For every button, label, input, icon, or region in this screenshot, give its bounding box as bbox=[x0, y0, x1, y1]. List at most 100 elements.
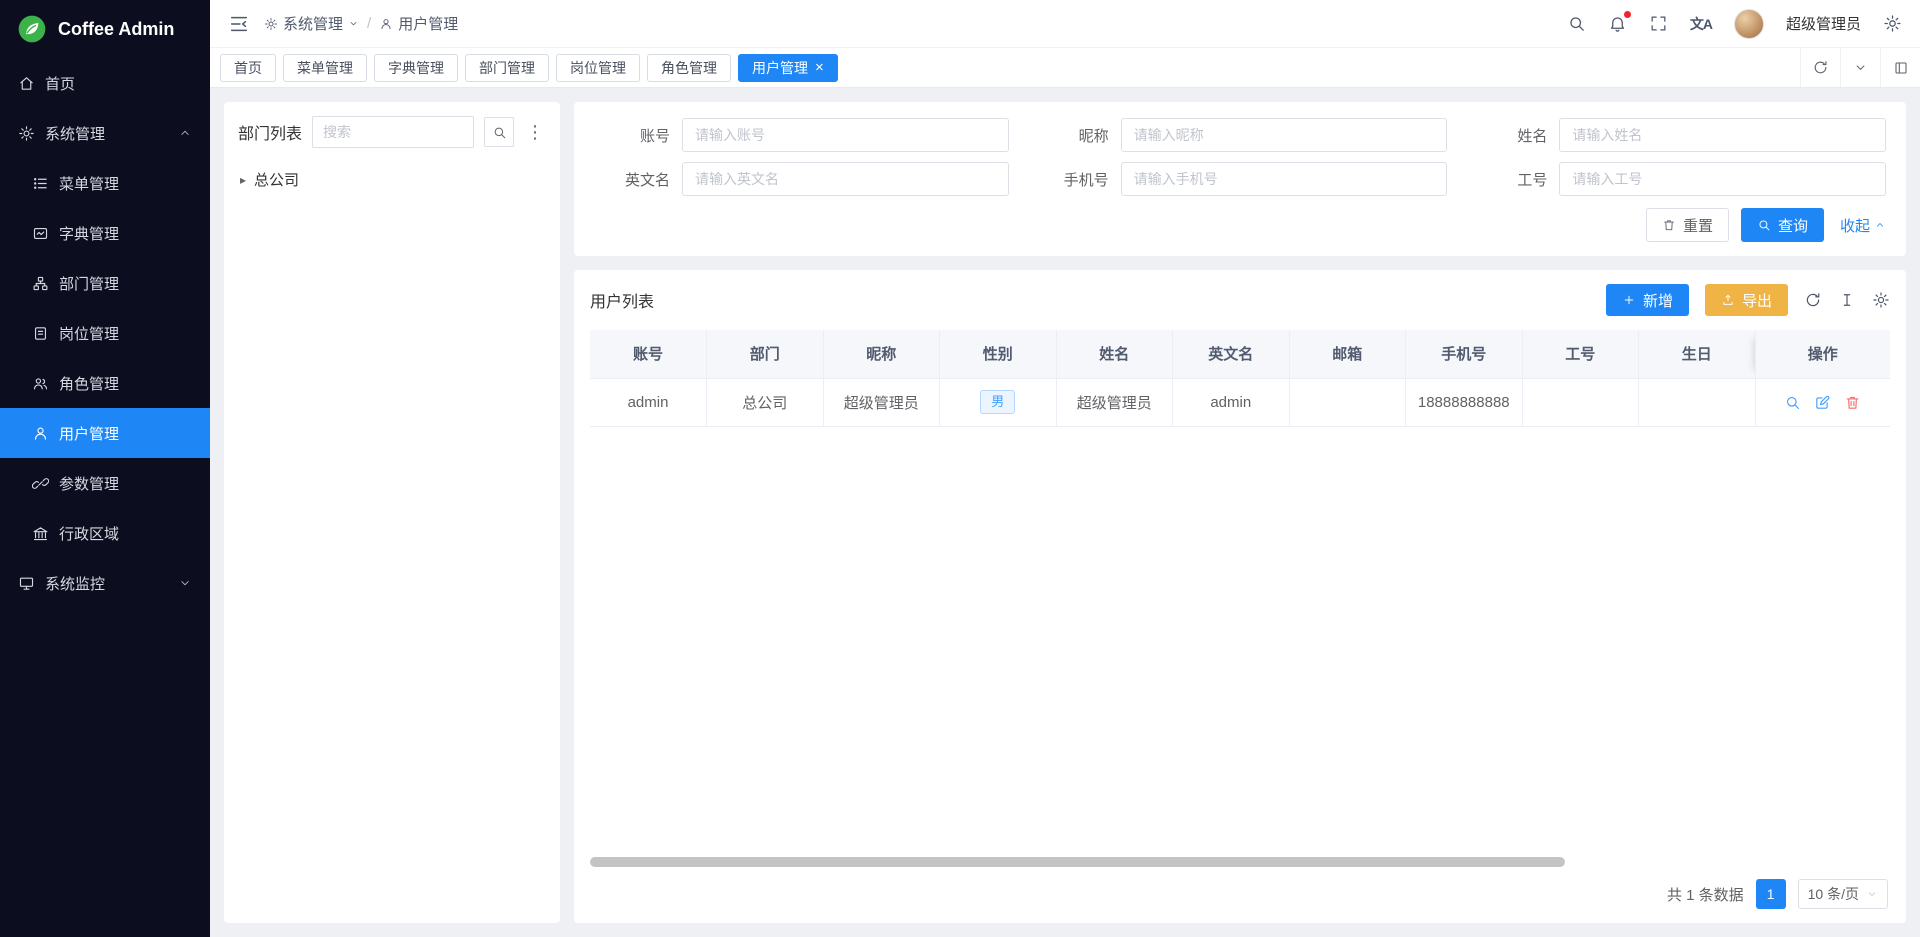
work-no-input[interactable] bbox=[1559, 162, 1886, 196]
sidebar-item-dept-management[interactable]: 部门管理 bbox=[0, 258, 210, 308]
translate-icon[interactable]: 文A bbox=[1690, 14, 1712, 34]
bank-icon bbox=[32, 525, 49, 542]
settings-gear-icon[interactable] bbox=[1883, 14, 1902, 33]
tab-close-icon[interactable]: × bbox=[815, 60, 824, 75]
sidebar-item-role-management[interactable]: 角色管理 bbox=[0, 358, 210, 408]
field-name: 姓名 bbox=[1471, 118, 1886, 152]
sidebar-item-param-management[interactable]: 参数管理 bbox=[0, 458, 210, 508]
sidebar-item-region-management[interactable]: 行政区域 bbox=[0, 508, 210, 558]
breadcrumb-current: 用户管理 bbox=[379, 13, 458, 34]
avatar[interactable] bbox=[1734, 9, 1764, 39]
plus-icon bbox=[1622, 293, 1636, 307]
sidebar-item-menu-management[interactable]: 菜单管理 bbox=[0, 158, 210, 208]
column-settings-gear-icon[interactable] bbox=[1872, 291, 1890, 309]
density-icon[interactable] bbox=[1838, 291, 1856, 309]
tree-expand-icon[interactable]: ▸ bbox=[240, 173, 246, 187]
view-icon[interactable] bbox=[1784, 394, 1801, 411]
filter-card: 账号 昵称 姓名 英文名 bbox=[574, 102, 1906, 256]
content: 部门列表 ⋮ ▸ 总公司 账号 bbox=[210, 88, 1920, 937]
horizontal-scrollbar-thumb[interactable] bbox=[590, 857, 1565, 867]
phone-input[interactable] bbox=[1121, 162, 1448, 196]
tabbar-tools bbox=[1800, 48, 1920, 87]
badge-icon bbox=[32, 325, 49, 342]
chevron-up-icon bbox=[178, 126, 192, 140]
reset-button[interactable]: 重置 bbox=[1646, 208, 1729, 242]
chevron-down-icon bbox=[178, 576, 192, 590]
collapse-toggle[interactable]: 收起 bbox=[1840, 215, 1886, 236]
gear-icon bbox=[18, 125, 35, 142]
filter-actions: 重置 查询 收起 bbox=[594, 208, 1886, 242]
field-phone: 手机号 bbox=[1033, 162, 1448, 196]
department-tree: ▸ 总公司 bbox=[238, 164, 546, 195]
cell-phone: 18888888888 bbox=[1406, 378, 1523, 426]
list-icon bbox=[32, 175, 49, 192]
tab-home[interactable]: 首页 bbox=[220, 54, 276, 82]
department-search-input[interactable] bbox=[312, 116, 474, 148]
fullscreen-icon[interactable] bbox=[1649, 14, 1668, 33]
user-icon bbox=[32, 425, 49, 442]
breadcrumb-separator: / bbox=[367, 15, 371, 32]
field-account: 账号 bbox=[594, 118, 1009, 152]
department-search-button[interactable] bbox=[484, 117, 514, 147]
sidebar-item-system-management[interactable]: 系统管理 bbox=[0, 108, 210, 158]
pagination-total: 共 1 条数据 bbox=[1667, 884, 1744, 905]
cell-work-no bbox=[1522, 378, 1639, 426]
cell-gender: 男 bbox=[940, 378, 1057, 426]
cell-dept: 总公司 bbox=[707, 378, 824, 426]
tab-role-management[interactable]: 角色管理 bbox=[647, 54, 731, 82]
department-panel: 部门列表 ⋮ ▸ 总公司 bbox=[224, 102, 560, 923]
sidebar-item-system-monitor[interactable]: 系统监控 bbox=[0, 558, 210, 608]
sidebar-item-post-management[interactable]: 岗位管理 bbox=[0, 308, 210, 358]
monitor-icon bbox=[18, 575, 35, 592]
nickname-input[interactable] bbox=[1121, 118, 1448, 152]
gear-icon bbox=[264, 17, 278, 31]
refresh-icon[interactable] bbox=[1804, 291, 1822, 309]
tab-user-management[interactable]: 用户管理× bbox=[738, 54, 838, 82]
user-list-card: 用户列表 新增 导出 bbox=[574, 270, 1906, 923]
tab-dict-management[interactable]: 字典管理 bbox=[374, 54, 458, 82]
cell-account: admin bbox=[590, 378, 707, 426]
coffee-logo-icon bbox=[16, 13, 48, 45]
en-name-input[interactable] bbox=[682, 162, 1009, 196]
tab-post-management[interactable]: 岗位管理 bbox=[556, 54, 640, 82]
search-icon bbox=[1757, 218, 1771, 232]
edit-icon[interactable] bbox=[1814, 394, 1831, 411]
app-root: Coffee Admin 首页 系统管理 菜单管理 字典管理 部门 bbox=[0, 0, 1920, 937]
column-header: 手机号 bbox=[1406, 330, 1523, 378]
menu-fold-icon[interactable] bbox=[228, 13, 250, 35]
name-input[interactable] bbox=[1559, 118, 1886, 152]
tab-dept-management[interactable]: 部门管理 bbox=[465, 54, 549, 82]
tree-node-root[interactable]: ▸ 总公司 bbox=[238, 164, 546, 195]
horizontal-scrollbar bbox=[590, 857, 1890, 867]
delete-icon[interactable] bbox=[1844, 394, 1861, 411]
sidebar-item-user-management[interactable]: 用户管理 bbox=[0, 408, 210, 458]
search-icon[interactable] bbox=[1567, 14, 1586, 33]
tree-node-label: 总公司 bbox=[254, 169, 299, 190]
tab-menu-management[interactable]: 菜单管理 bbox=[283, 54, 367, 82]
tabbar: 首页 菜单管理 字典管理 部门管理 岗位管理 角色管理 用户管理× bbox=[210, 48, 1920, 88]
cell-actions bbox=[1755, 378, 1890, 426]
pagination-page-1[interactable]: 1 bbox=[1756, 879, 1786, 909]
user-icon bbox=[379, 17, 393, 31]
cell-birthday bbox=[1639, 378, 1756, 426]
page-size-select[interactable]: 10 条/页 bbox=[1798, 879, 1888, 909]
username[interactable]: 超级管理员 bbox=[1786, 13, 1861, 34]
add-button[interactable]: 新增 bbox=[1606, 284, 1689, 316]
account-input[interactable] bbox=[682, 118, 1009, 152]
column-header: 工号 bbox=[1522, 330, 1639, 378]
export-button[interactable]: 导出 bbox=[1705, 284, 1788, 316]
sidebar-item-home[interactable]: 首页 bbox=[0, 58, 210, 108]
query-button[interactable]: 查询 bbox=[1741, 208, 1824, 242]
dictionary-icon bbox=[32, 225, 49, 242]
app-logo[interactable]: Coffee Admin bbox=[0, 0, 210, 58]
sidebar-item-dict-management[interactable]: 字典管理 bbox=[0, 208, 210, 258]
chevron-down-icon[interactable] bbox=[1840, 48, 1880, 87]
column-header: 账号 bbox=[590, 330, 707, 378]
chevron-down-icon bbox=[348, 18, 359, 29]
column-header: 昵称 bbox=[823, 330, 940, 378]
layout-icon[interactable] bbox=[1880, 48, 1920, 87]
refresh-icon[interactable] bbox=[1800, 48, 1840, 87]
breadcrumb-system[interactable]: 系统管理 bbox=[264, 13, 359, 34]
more-vertical-icon[interactable]: ⋮ bbox=[524, 122, 546, 143]
bell-icon[interactable] bbox=[1608, 14, 1627, 33]
